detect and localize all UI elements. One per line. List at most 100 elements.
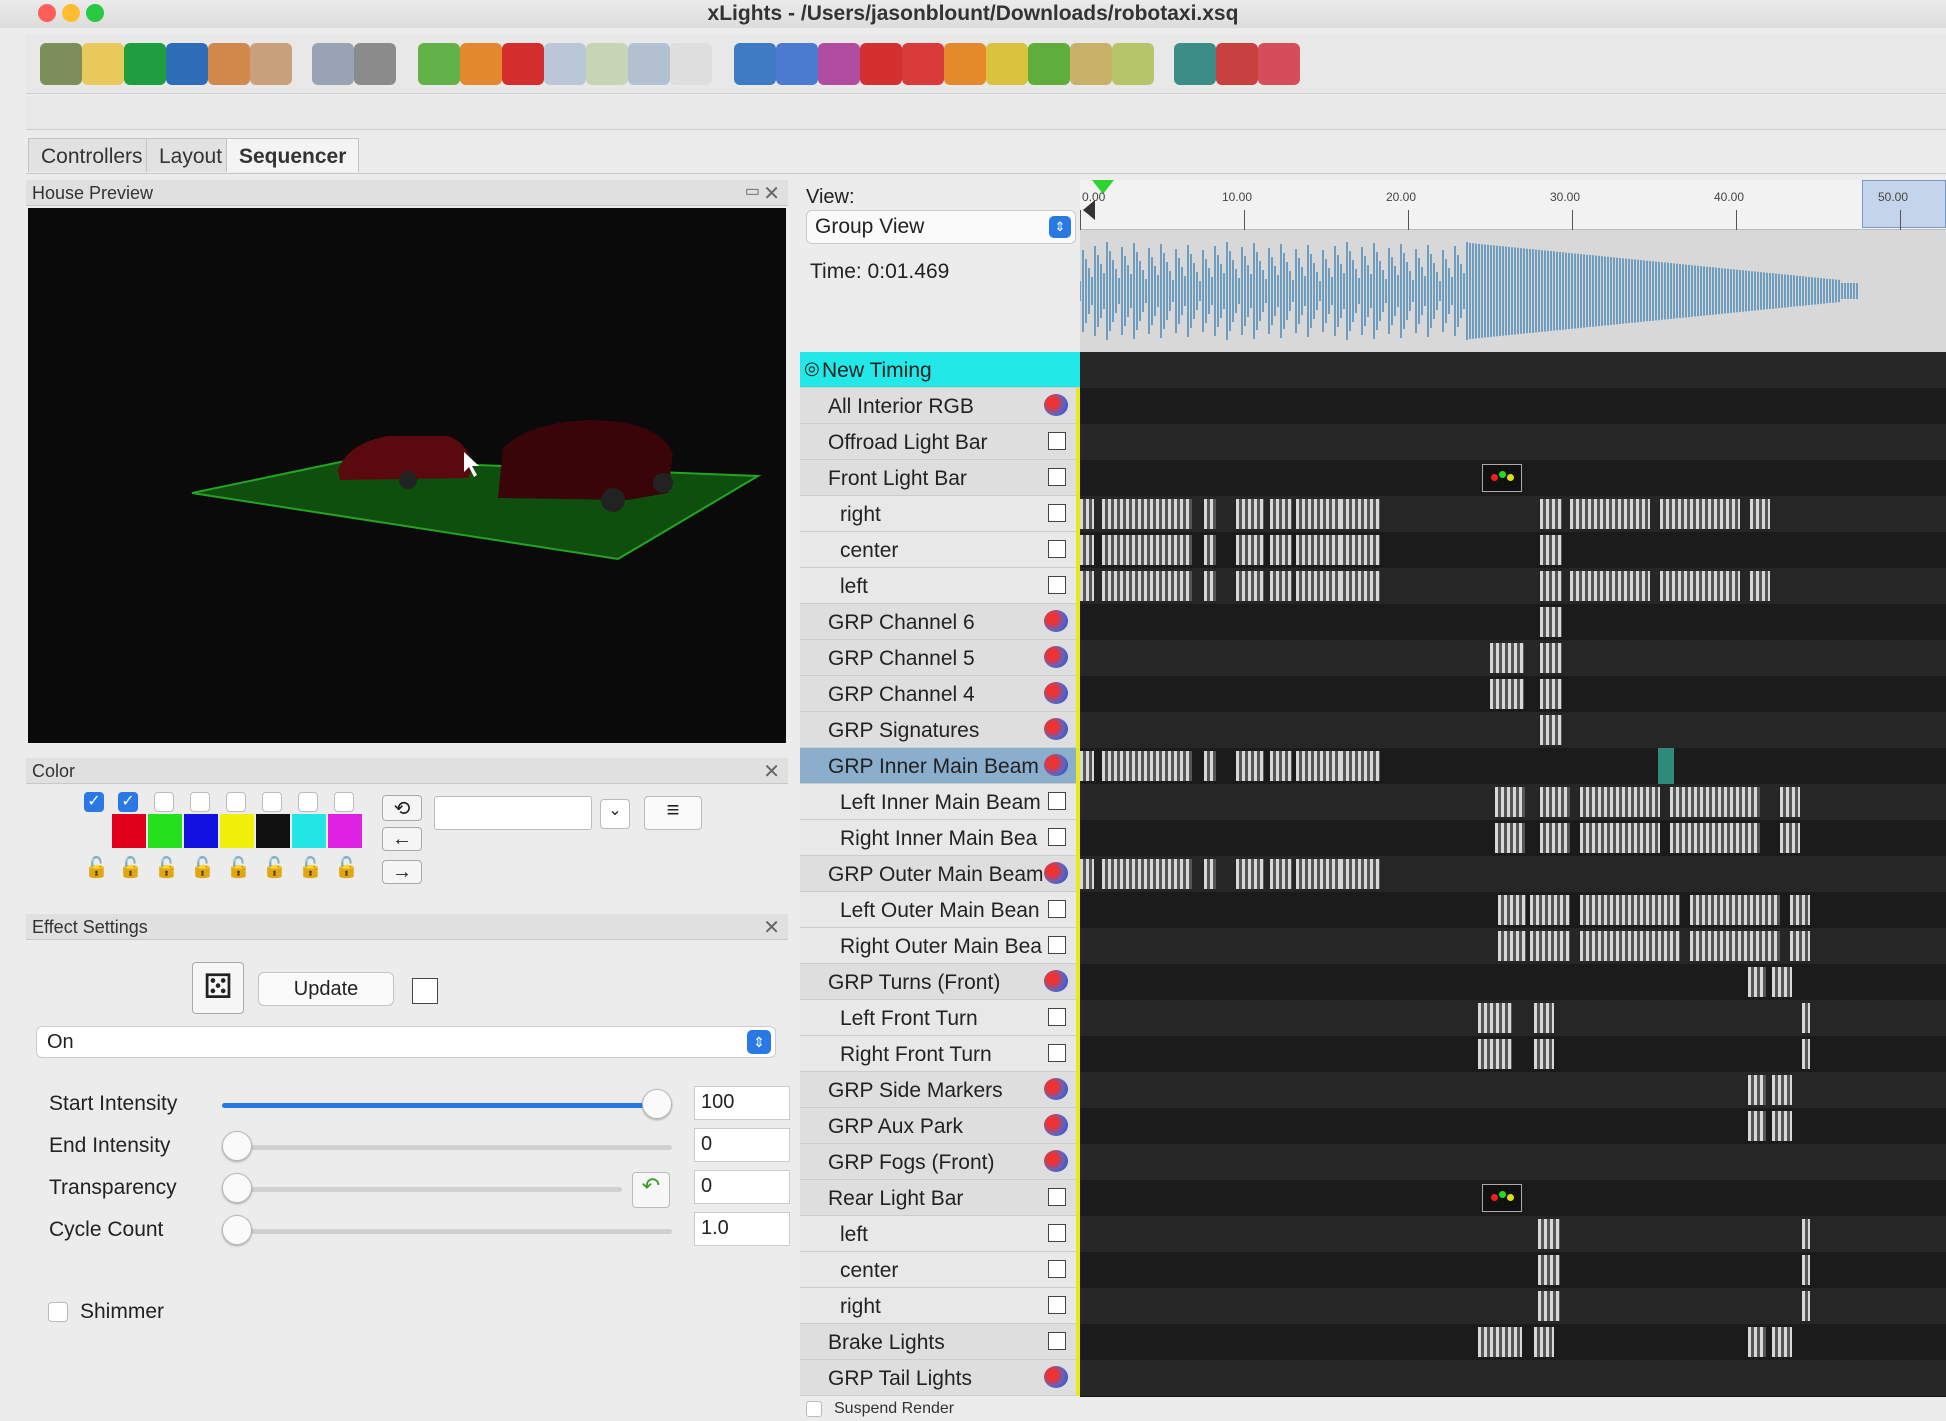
- model-row[interactable]: right: [800, 496, 1080, 532]
- model-row[interactable]: Right Inner Main Bea: [800, 820, 1080, 856]
- model-row[interactable]: left: [800, 568, 1080, 604]
- effect-row[interactable]: [1080, 1360, 1946, 1396]
- model-row[interactable]: Left Outer Main Bean: [800, 892, 1080, 928]
- close-icon[interactable]: ✕: [763, 759, 780, 784]
- render-checkbox[interactable]: [1048, 540, 1066, 558]
- ruler-icon[interactable]: [986, 43, 1028, 85]
- fast-forward-icon[interactable]: [586, 43, 628, 85]
- end-intensity-thumb[interactable]: [222, 1131, 252, 1161]
- color-swatch[interactable]: [184, 814, 218, 848]
- close-icon[interactable]: ✕: [763, 181, 780, 206]
- effect-block[interactable]: [1296, 571, 1346, 601]
- effect-block[interactable]: [1670, 823, 1760, 853]
- model-row[interactable]: Brake Lights: [800, 1324, 1080, 1360]
- palette-name-input[interactable]: [434, 796, 592, 830]
- effect-row[interactable]: [1080, 1000, 1946, 1036]
- effect-block[interactable]: [1204, 571, 1216, 601]
- crayons-icon[interactable]: [776, 43, 818, 85]
- new-folder-icon[interactable]: [40, 43, 82, 85]
- model-row[interactable]: ◎ New Timing: [800, 352, 1080, 388]
- time-scale[interactable]: [1080, 180, 1946, 230]
- model-row[interactable]: GRP Channel 6: [800, 604, 1080, 640]
- start-intensity-thumb[interactable]: [642, 1089, 672, 1119]
- timer-icon[interactable]: [312, 43, 354, 85]
- settings-icon[interactable]: [1258, 43, 1300, 85]
- palette-dropdown-icon[interactable]: ⌄: [600, 799, 630, 829]
- model-row[interactable]: GRP Tail Lights: [800, 1360, 1080, 1396]
- effect-row[interactable]: [1080, 712, 1946, 748]
- lock-icon[interactable]: 🔓: [84, 855, 109, 880]
- effect-block[interactable]: [1748, 1327, 1766, 1357]
- cycle-count-input[interactable]: 1.0: [694, 1212, 790, 1246]
- open-folder-icon[interactable]: [124, 43, 166, 85]
- effect-block[interactable]: [1790, 895, 1810, 925]
- render-checkbox[interactable]: [1048, 468, 1066, 486]
- model-row[interactable]: Offroad Light Bar: [800, 424, 1080, 460]
- loop-icon[interactable]: [628, 43, 670, 85]
- model-row[interactable]: Front Light Bar: [800, 460, 1080, 496]
- effect-block[interactable]: [1780, 823, 1800, 853]
- effect-row[interactable]: [1080, 640, 1946, 676]
- lock-icon[interactable]: 🔓: [226, 855, 251, 880]
- model-row[interactable]: Right Front Turn: [800, 1036, 1080, 1072]
- render-checkbox[interactable]: [1048, 1188, 1066, 1206]
- effect-block[interactable]: [1478, 1039, 1512, 1069]
- effect-type-select[interactable]: On ⇕: [36, 1026, 776, 1058]
- shift-right-icon[interactable]: →: [382, 860, 422, 884]
- effect-block[interactable]: [1490, 679, 1524, 709]
- pencil-icon[interactable]: [1070, 43, 1112, 85]
- effect-block[interactable]: [1750, 571, 1770, 601]
- effect-block[interactable]: [1580, 787, 1660, 817]
- transparency-input[interactable]: 0: [694, 1170, 790, 1204]
- color-checkbox[interactable]: [298, 792, 318, 812]
- model-row[interactable]: center: [800, 1252, 1080, 1288]
- model-row[interactable]: GRP Side Markers: [800, 1072, 1080, 1108]
- render-checkbox[interactable]: [1048, 1296, 1066, 1314]
- cycle-colors-icon[interactable]: ⟲: [382, 795, 422, 821]
- update-button[interactable]: Update: [258, 972, 394, 1006]
- color-checkbox[interactable]: [262, 792, 282, 812]
- effect-block[interactable]: [1236, 535, 1264, 565]
- effect-block[interactable]: [1270, 535, 1292, 565]
- gear-icon[interactable]: [734, 43, 776, 85]
- end-intensity-track[interactable]: [222, 1145, 672, 1150]
- effect-row[interactable]: [1080, 856, 1946, 892]
- view-window-marker[interactable]: [1862, 180, 1946, 228]
- effect-block[interactable]: [1270, 859, 1292, 889]
- render-checkbox[interactable]: [1048, 936, 1066, 954]
- color-checkbox[interactable]: ✓: [118, 792, 138, 812]
- effect-row[interactable]: [1080, 964, 1946, 1000]
- lock-icon[interactable]: 🔓: [334, 855, 359, 880]
- effect-block[interactable]: [1340, 859, 1380, 889]
- effect-block[interactable]: [1498, 895, 1526, 925]
- color-checkbox[interactable]: [226, 792, 246, 812]
- suspend-render[interactable]: Suspend Render: [800, 1397, 1080, 1421]
- effect-row[interactable]: [1080, 1108, 1946, 1144]
- model-row[interactable]: GRP Signatures: [800, 712, 1080, 748]
- effect-row[interactable]: [1080, 352, 1946, 388]
- effect-block[interactable]: [1495, 787, 1525, 817]
- effect-row[interactable]: [1080, 388, 1946, 424]
- float-icon[interactable]: ▭: [745, 181, 760, 201]
- color-swatch[interactable]: [148, 814, 182, 848]
- chip-icon[interactable]: [1028, 43, 1070, 85]
- effect-block[interactable]: [1772, 967, 1792, 997]
- effect-block[interactable]: [1534, 1039, 1554, 1069]
- effect-block[interactable]: [1102, 499, 1192, 529]
- layers-icon[interactable]: [860, 43, 902, 85]
- effect-block[interactable]: [1340, 499, 1380, 529]
- effect-block[interactable]: [1540, 607, 1562, 637]
- model-row[interactable]: Rear Light Bar: [800, 1180, 1080, 1216]
- effect-row[interactable]: [1080, 1288, 1946, 1324]
- effect-row[interactable]: [1080, 496, 1946, 532]
- start-intensity-track[interactable]: [222, 1103, 672, 1108]
- effect-block[interactable]: [1102, 571, 1192, 601]
- model-row[interactable]: All Interior RGB: [800, 388, 1080, 424]
- house-preview-canvas[interactable]: [28, 208, 786, 743]
- stop-icon[interactable]: [502, 43, 544, 85]
- shift-left-icon[interactable]: ←: [382, 827, 422, 851]
- effect-block[interactable]: [1534, 1003, 1554, 1033]
- render-checkbox[interactable]: [1048, 1332, 1066, 1350]
- render-checkbox[interactable]: [1048, 1008, 1066, 1026]
- color-checkbox[interactable]: ✓: [84, 792, 104, 812]
